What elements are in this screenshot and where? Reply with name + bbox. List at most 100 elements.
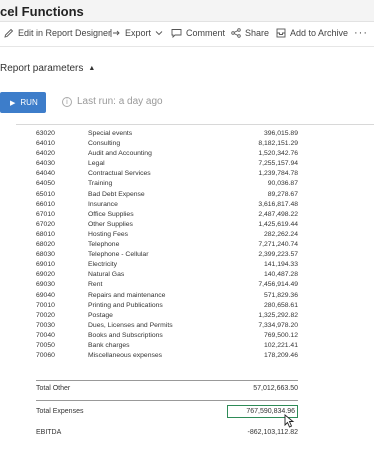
- account-code: 67020: [36, 220, 55, 228]
- ebitda-label: EBITDA: [36, 429, 62, 436]
- account-name: Postage: [88, 311, 113, 319]
- table-row: 70050 Bank charges 102,221.41: [0, 341, 374, 351]
- account-value: 7,456,914.49: [258, 281, 298, 289]
- table-row: 64030 Legal 7,255,157.94: [0, 159, 374, 169]
- ebitda-value: -862,103,112.82: [247, 429, 298, 436]
- account-value: 1,239,784.78: [258, 170, 298, 178]
- account-code: 69010: [36, 261, 55, 269]
- account-name: Dues, Licenses and Permits: [88, 321, 173, 329]
- account-value: 90,036.87: [267, 180, 298, 188]
- account-value: 3,616,817.48: [258, 200, 298, 208]
- account-name: Training: [88, 180, 113, 188]
- table-row: 68030 Telephone - Cellular 2,399,223.57: [0, 250, 374, 260]
- report-parameters-label: Report parameters: [0, 63, 84, 74]
- account-name: Hosting Fees: [88, 230, 129, 238]
- account-code: 67010: [36, 210, 55, 218]
- run-label: RUN: [20, 98, 38, 107]
- add-to-archive-button[interactable]: Add to Archive: [276, 28, 348, 38]
- account-code: 69030: [36, 281, 55, 289]
- table-row: 70040 Books and Subscriptions 769,500.12: [0, 331, 374, 341]
- account-code: 64020: [36, 150, 55, 158]
- account-code: 69020: [36, 271, 55, 279]
- last-run-status: i Last run: a day ago: [62, 96, 163, 107]
- account-name: Telephone: [88, 241, 120, 249]
- account-code: 64040: [36, 170, 55, 178]
- table-row: 66010 Insurance 3,616,817.48: [0, 200, 374, 210]
- info-icon: i: [62, 96, 72, 107]
- account-value: 7,271,240.74: [258, 241, 298, 249]
- account-name: Insurance: [88, 200, 118, 208]
- table-row: 64050 Training 90,036.87: [0, 179, 374, 189]
- account-code: 69040: [36, 291, 55, 299]
- table-row: 65010 Bad Debt Expense 89,278.67: [0, 190, 374, 200]
- export-icon: [110, 29, 120, 37]
- window-title: cel Functions: [0, 4, 84, 19]
- run-button[interactable]: ▶ RUN: [0, 92, 46, 113]
- edit-label: Edit in Report Designer: [18, 28, 112, 38]
- chevron-down-icon: [155, 31, 163, 36]
- account-value: 1,425,619.44: [258, 220, 298, 228]
- share-button[interactable]: Share: [231, 28, 269, 38]
- account-value: 8,182,151.29: [258, 140, 298, 148]
- account-code: 64030: [36, 160, 55, 168]
- account-value: 2,487,498.22: [258, 210, 298, 218]
- table-row: 70030 Dues, Licenses and Permits 7,334,978…: [0, 321, 374, 331]
- total-other-label: Total Other: [36, 385, 71, 392]
- table-row: 64010 Consulting 8,182,151.29: [0, 139, 374, 149]
- account-name: Consulting: [88, 140, 121, 148]
- mouse-cursor-icon: [284, 414, 295, 428]
- table-row: 70060 Miscellaneous expenses 178,209.46: [0, 351, 374, 361]
- account-name: Bad Debt Expense: [88, 190, 145, 198]
- share-label: Share: [245, 28, 270, 38]
- account-code: 68010: [36, 230, 55, 238]
- comment-icon: [171, 29, 182, 38]
- account-code: 65010: [36, 190, 55, 198]
- report-parameters-toggle[interactable]: Report parameters ▲: [0, 63, 95, 74]
- comment-label: Comment: [186, 28, 226, 38]
- account-name: Other Supplies: [88, 220, 133, 228]
- account-value: 141,194.33: [263, 261, 298, 269]
- table-row: 67010 Office Supplies 2,487,498.22: [0, 210, 374, 220]
- edit-in-report-designer-button[interactable]: Edit in Report Designer: [4, 28, 111, 38]
- table-row: 70010 Printing and Publications 280,658.61: [0, 301, 374, 311]
- more-options-button[interactable]: ···: [354, 27, 368, 39]
- table-row: 68020 Telephone 7,271,240.74: [0, 240, 374, 250]
- account-value: 7,334,978.20: [258, 321, 298, 329]
- account-code: 68030: [36, 251, 55, 259]
- account-name: Audit and Accounting: [88, 150, 152, 158]
- table-row: 69010 Electricity 141,194.33: [0, 260, 374, 270]
- account-value: 178,209.46: [263, 352, 298, 360]
- account-code: 66010: [36, 200, 55, 208]
- report-toolbar: Edit in Report Designer Export Comment S…: [0, 23, 374, 47]
- account-name: Rent: [88, 281, 103, 289]
- account-value: 1,325,292.82: [258, 311, 298, 319]
- table-row: 69040 Repairs and maintenance 571,829.36: [0, 291, 374, 301]
- export-label: Export: [125, 28, 152, 38]
- play-icon: ▶: [10, 99, 16, 107]
- archive-icon: [276, 28, 286, 38]
- account-code: 70060: [36, 352, 55, 360]
- report-table: 63020 Special events 396,015.89 64010 Consul…: [0, 124, 374, 456]
- account-name: Repairs and maintenance: [88, 291, 166, 299]
- archive-label: Add to Archive: [290, 28, 349, 38]
- account-code: 64010: [36, 140, 55, 148]
- account-name: Office Supplies: [88, 210, 134, 218]
- account-name: Bank charges: [88, 341, 130, 349]
- account-value: 769,500.12: [263, 331, 298, 339]
- total-other-divider: [36, 380, 298, 381]
- export-button[interactable]: Export: [110, 28, 167, 38]
- account-code: 64050: [36, 180, 55, 188]
- account-code: 70020: [36, 311, 55, 319]
- account-name: Miscellaneous expenses: [88, 352, 163, 360]
- account-code: 70050: [36, 341, 55, 349]
- account-name: Books and Subscriptions: [88, 331, 163, 339]
- account-value: 282,262.24: [263, 230, 298, 238]
- account-value: 7,255,157.94: [258, 160, 298, 168]
- account-value: 89,278.67: [267, 190, 298, 198]
- comment-button[interactable]: Comment: [171, 28, 225, 38]
- account-name: Legal: [88, 160, 105, 168]
- account-name: Electricity: [88, 261, 118, 269]
- account-value: 2,399,223.57: [258, 251, 298, 259]
- table-row: 67020 Other Supplies 1,425,619.44: [0, 220, 374, 230]
- total-expenses-divider: [36, 400, 298, 401]
